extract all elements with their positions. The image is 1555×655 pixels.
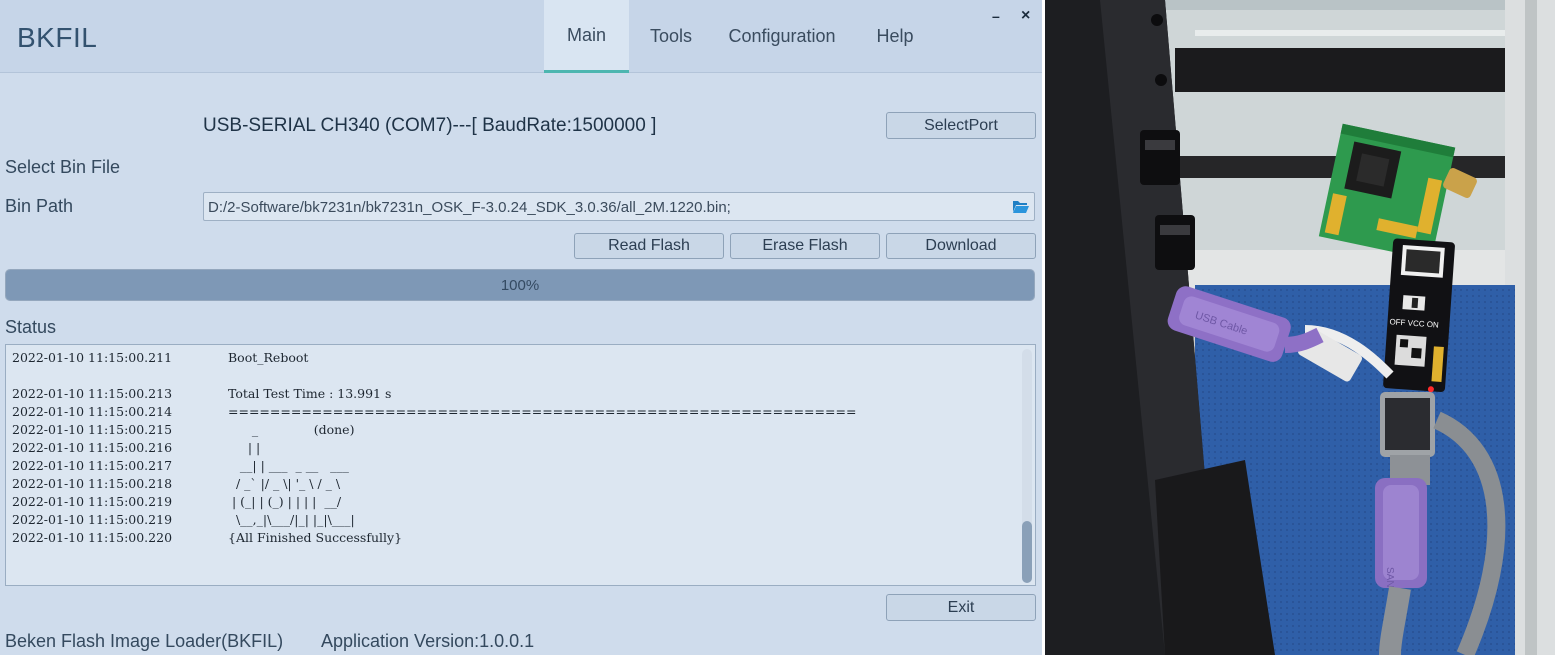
status-log[interactable]: 2022-01-10 11:15:00.211 Boot_Reboot 2022-0… <box>5 344 1036 586</box>
log-line: 2022-01-10 11:15:00.219 \__,_|\___/|_| |… <box>12 511 856 529</box>
log-timestamp: 2022-01-10 11:15:00.214 <box>12 404 173 419</box>
log-message: \__,_|\___/|_| |_|\___| <box>228 512 355 527</box>
log-timestamp: 2022-01-10 11:15:00.217 <box>12 458 173 473</box>
log-line: 2022-01-10 11:15:00.214 =================… <box>12 403 856 421</box>
log-line: 2022-01-10 11:15:00.220 {All Finished Suc… <box>12 529 856 547</box>
log-timestamp: 2022-01-10 11:15:00.219 <box>12 494 173 509</box>
log-message: | | <box>228 440 261 455</box>
footer-app-name: Beken Flash Image Loader(BKFIL) <box>5 631 284 651</box>
cable-brand-text: SAN <box>1384 567 1395 588</box>
close-button[interactable]: × <box>1021 7 1030 25</box>
status-label: Status <box>5 317 57 337</box>
bin-path-input[interactable]: D:/2-Software/bk7231n/bk7231n_OSK_F-3.0.… <box>203 192 1035 221</box>
log-timestamp: 2022-01-10 11:15:00.218 <box>12 476 173 491</box>
title-bar: BKFIL Main Tools Configuration Help – × <box>0 0 1042 73</box>
read-flash-button[interactable]: Read Flash <box>574 233 724 259</box>
app-title: BKFIL <box>17 22 98 53</box>
log-line: 2022-01-10 11:15:00.217 __| | ___ _ __ _… <box>12 457 856 475</box>
select-bin-label: Select Bin File <box>5 157 121 177</box>
log-line: 2022-01-10 11:15:00.211 Boot_Reboot <box>12 349 856 367</box>
log-line: 2022-01-10 11:15:00.218 / _` |/ _ \| '_ … <box>12 475 856 493</box>
erase-flash-button[interactable]: Erase Flash <box>730 233 880 259</box>
log-timestamp: 2022-01-10 11:15:00.216 <box>12 440 173 455</box>
log-timestamp: 2022-01-10 11:15:00.220 <box>12 530 173 545</box>
exit-button[interactable]: Exit <box>886 594 1036 621</box>
log-timestamp: 2022-01-10 11:15:00.219 <box>12 512 173 527</box>
log-message: ========================================… <box>228 404 857 419</box>
select-port-button[interactable]: SelectPort <box>886 112 1036 139</box>
tab-tools[interactable]: Tools <box>640 0 702 73</box>
log-message: _ (done) <box>228 422 355 437</box>
log-timestamp: 2022-01-10 11:15:00.211 <box>12 350 173 365</box>
hardware-photo: OFF VCC ON SAN USB Cable <box>1045 0 1555 655</box>
log-message: {All Finished Successfully} <box>228 530 403 545</box>
log-lines: 2022-01-10 11:15:00.211 Boot_Reboot 2022-0… <box>12 349 856 547</box>
photo-illustration: OFF VCC ON SAN USB Cable <box>1045 0 1555 655</box>
log-line: 2022-01-10 11:15:00.213 Total Test Time :… <box>12 385 856 403</box>
log-line: 2022-01-10 11:15:00.215 _ (done) <box>12 421 856 439</box>
tab-help[interactable]: Help <box>866 0 924 73</box>
progress-label: 100% <box>500 276 540 294</box>
log-message: Total Test Time : 13.991 s <box>228 386 392 401</box>
tab-configuration[interactable]: Configuration <box>718 0 846 73</box>
tab-main[interactable]: Main <box>544 0 629 73</box>
folder-open-icon[interactable] <box>1012 198 1030 214</box>
minimize-button[interactable]: – <box>992 8 1000 24</box>
log-timestamp: 2022-01-10 11:15:00.213 <box>12 386 173 401</box>
log-message: __| | ___ _ __ ___ <box>228 458 349 473</box>
progress-bar: 100% <box>5 269 1035 301</box>
footer-version: Application Version:1.0.0.1 <box>321 631 535 651</box>
log-line: 2022-01-10 11:15:00.219 | (_| | (_) | | … <box>12 493 856 511</box>
bin-path-label: Bin Path <box>5 196 74 216</box>
log-message: | (_| | (_) | | | | __/ <box>228 494 342 509</box>
download-button[interactable]: Download <box>886 233 1036 259</box>
port-label: USB-SERIAL CH340 (COM7)---[ BaudRate:150… <box>203 115 657 136</box>
log-message: / _` |/ _ \| '_ \ / _ \ <box>228 476 341 491</box>
log-message: Boot_Reboot <box>228 350 309 365</box>
scrollbar-thumb[interactable] <box>1022 521 1032 583</box>
log-line: 2022-01-10 11:15:00.216 | | <box>12 439 856 457</box>
log-timestamp: 2022-01-10 11:15:00.215 <box>12 422 173 437</box>
bkfil-window: BKFIL Main Tools Configuration Help – × … <box>0 0 1042 655</box>
